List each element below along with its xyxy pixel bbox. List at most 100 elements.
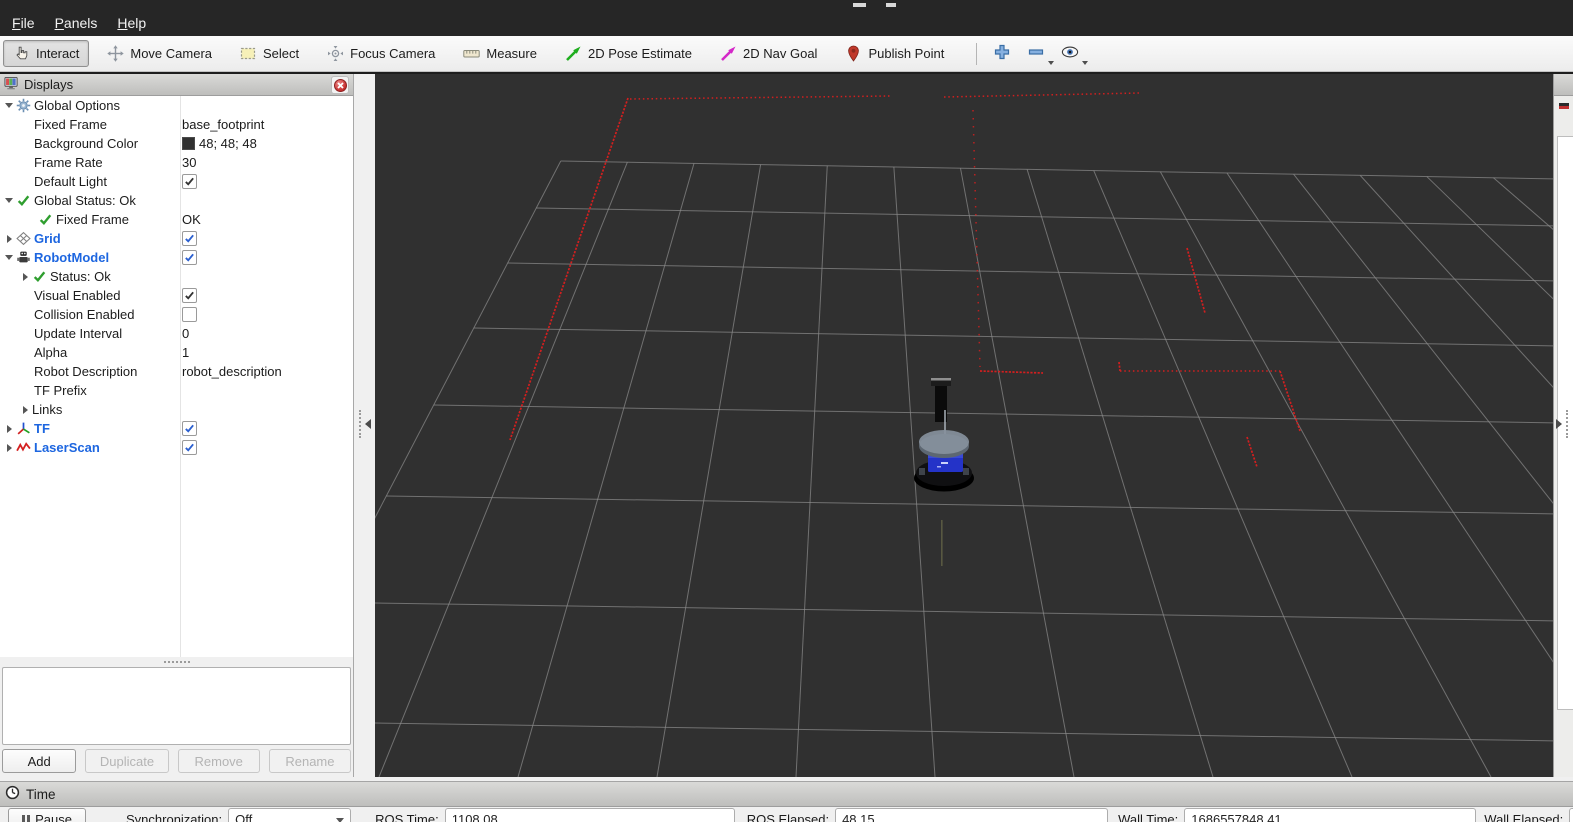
tree-row-tf-prefix[interactable]: TF Prefix bbox=[0, 381, 353, 400]
tree-row-robotmodel[interactable]: RobotModel bbox=[0, 248, 353, 267]
eye-icon bbox=[1061, 43, 1079, 64]
value-default-light[interactable] bbox=[182, 172, 197, 191]
splitter-dots bbox=[1566, 410, 1568, 438]
synchronization-label: Synchronization: bbox=[126, 812, 223, 822]
tool-interact[interactable]: Interact bbox=[3, 40, 90, 67]
tree-label-tf-prefix: TF Prefix bbox=[34, 383, 87, 398]
tree-row-update-interval[interactable]: Update Interval 0 bbox=[0, 324, 353, 343]
value-fixed-frame[interactable]: base_footprint bbox=[182, 115, 264, 134]
tool-focus-camera[interactable]: Focus Camera bbox=[317, 40, 445, 67]
tree-row-background-color[interactable]: Background Color 48; 48; 48 bbox=[0, 134, 353, 153]
tree-row-frame-rate[interactable]: Frame Rate 30 bbox=[0, 153, 353, 172]
ros-time-field[interactable]: 1108.08 bbox=[444, 808, 735, 822]
expander-closed-icon[interactable] bbox=[18, 273, 32, 281]
displays-icon bbox=[4, 76, 19, 94]
move-camera-icon bbox=[107, 45, 125, 62]
tree-row-robot-description[interactable]: Robot Description robot_description bbox=[0, 362, 353, 381]
checkbox-tf[interactable] bbox=[182, 421, 197, 436]
value-laserscan[interactable] bbox=[182, 438, 197, 457]
wall-elapsed-label: Wall Elapsed: bbox=[1484, 812, 1564, 822]
tool-2d-nav-goal[interactable]: 2D Nav Goal bbox=[710, 40, 827, 67]
checkbox-default-light[interactable] bbox=[182, 174, 197, 189]
right-panel-strip[interactable] bbox=[1553, 74, 1573, 777]
value-fixed-frame[interactable]: OK bbox=[182, 210, 201, 229]
expander-closed-icon[interactable] bbox=[2, 235, 16, 243]
close-displays-button[interactable] bbox=[331, 76, 349, 94]
splitter-dots bbox=[163, 661, 190, 663]
wall-time-label: Wall Time: bbox=[1118, 812, 1179, 822]
expander-closed-icon[interactable] bbox=[2, 444, 16, 452]
pause-label: Pause bbox=[35, 811, 72, 822]
rename-button: Rename bbox=[268, 749, 352, 773]
left-panel-splitter[interactable] bbox=[354, 74, 375, 777]
tool-visibility-button[interactable] bbox=[1057, 40, 1089, 67]
value-alpha[interactable]: 1 bbox=[182, 343, 189, 362]
tool-measure[interactable]: Measure bbox=[453, 40, 547, 67]
tree-row-grid[interactable]: Grid bbox=[0, 229, 353, 248]
value-update-interval[interactable]: 0 bbox=[182, 324, 189, 343]
ros-time-label: ROS Time: bbox=[375, 812, 439, 822]
time-panel: Time Pause Synchronization: Off ROS Time… bbox=[0, 777, 1573, 822]
tree-row-tf[interactable]: TF bbox=[0, 419, 353, 438]
pause-icon bbox=[22, 814, 31, 822]
add-tool-button[interactable] bbox=[989, 40, 1015, 67]
measure-icon bbox=[463, 45, 481, 62]
tree-row-alpha[interactable]: Alpha 1 bbox=[0, 343, 353, 362]
tree-label-robot-description: Robot Description bbox=[34, 364, 138, 379]
tree-label-fixed-frame: Fixed Frame bbox=[56, 212, 129, 227]
value-text-alpha: 1 bbox=[182, 345, 190, 360]
expander-closed-icon[interactable] bbox=[18, 406, 32, 414]
checkbox-laserscan[interactable] bbox=[182, 440, 197, 455]
tool-2d-pose-estimate[interactable]: 2D Pose Estimate bbox=[555, 40, 702, 67]
wall-time-field[interactable]: 1686557848.41 bbox=[1184, 808, 1477, 822]
3d-scene bbox=[375, 92, 1553, 777]
tree-row-collision-enabled[interactable]: Collision Enabled bbox=[0, 305, 353, 324]
value-grid[interactable] bbox=[182, 229, 197, 248]
value-collision-enabled[interactable] bbox=[182, 305, 197, 324]
synchronization-select[interactable]: Off bbox=[228, 808, 352, 822]
tree-row-links[interactable]: Links bbox=[0, 400, 353, 419]
remove-tool-button[interactable] bbox=[1023, 40, 1055, 67]
collapse-right-arrow-icon[interactable] bbox=[1556, 419, 1562, 429]
collapse-left-arrow-icon[interactable] bbox=[365, 419, 371, 429]
wall-elapsed-field[interactable]: 48.15 bbox=[1569, 808, 1573, 822]
add-button[interactable]: Add bbox=[2, 749, 77, 773]
tree-row-status-ok[interactable]: Status: Ok bbox=[0, 267, 353, 286]
menu-help[interactable]: Help bbox=[107, 12, 156, 34]
tree-row-fixed-frame[interactable]: Fixed Frame OK bbox=[0, 210, 353, 229]
tool-publish-point[interactable]: Publish Point bbox=[835, 40, 954, 67]
checkbox-collision-enabled[interactable] bbox=[182, 307, 197, 322]
expander-closed-icon[interactable] bbox=[2, 425, 16, 433]
value-frame-rate[interactable]: 30 bbox=[182, 153, 196, 172]
tree-row-fixed-frame[interactable]: Fixed Frame base_footprint bbox=[0, 115, 353, 134]
tree-row-visual-enabled[interactable]: Visual Enabled bbox=[0, 286, 353, 305]
tool-move-camera[interactable]: Move Camera bbox=[97, 40, 222, 67]
value-tf[interactable] bbox=[182, 419, 197, 438]
expander-open-icon[interactable] bbox=[2, 198, 16, 203]
value-robot-description[interactable]: robot_description bbox=[182, 362, 282, 381]
menu-panels[interactable]: Panels bbox=[45, 12, 108, 34]
value-background-color[interactable]: 48; 48; 48 bbox=[182, 134, 257, 153]
menu-file[interactable]: File bbox=[2, 12, 45, 34]
tool-label-measure: Measure bbox=[486, 46, 537, 61]
splitter-dots bbox=[359, 410, 361, 438]
checkbox-grid[interactable] bbox=[182, 231, 197, 246]
tree-row-laserscan[interactable]: LaserScan bbox=[0, 438, 353, 457]
tree-row-global-status-ok[interactable]: Global Status: Ok bbox=[0, 191, 353, 210]
pause-button[interactable]: Pause bbox=[8, 808, 86, 822]
tool-label-interact: Interact bbox=[36, 46, 80, 61]
checkbox-robotmodel[interactable] bbox=[182, 250, 197, 265]
tree-row-default-light[interactable]: Default Light bbox=[0, 172, 353, 191]
titlebar-menubar: File Panels Help bbox=[0, 0, 1573, 36]
tree-row-global-options[interactable]: Global Options bbox=[0, 96, 353, 115]
expander-open-icon[interactable] bbox=[2, 255, 16, 260]
3d-viewport[interactable] bbox=[375, 74, 1553, 777]
tf-icon bbox=[16, 421, 34, 436]
tool-select[interactable]: Select bbox=[230, 40, 309, 67]
ros-elapsed-field[interactable]: 48.15 bbox=[835, 808, 1109, 822]
checkbox-visual-enabled[interactable] bbox=[182, 288, 197, 303]
displays-splitter-handle[interactable] bbox=[0, 657, 353, 667]
expander-open-icon[interactable] bbox=[2, 103, 16, 108]
value-robotmodel[interactable] bbox=[182, 248, 197, 267]
value-visual-enabled[interactable] bbox=[182, 286, 197, 305]
